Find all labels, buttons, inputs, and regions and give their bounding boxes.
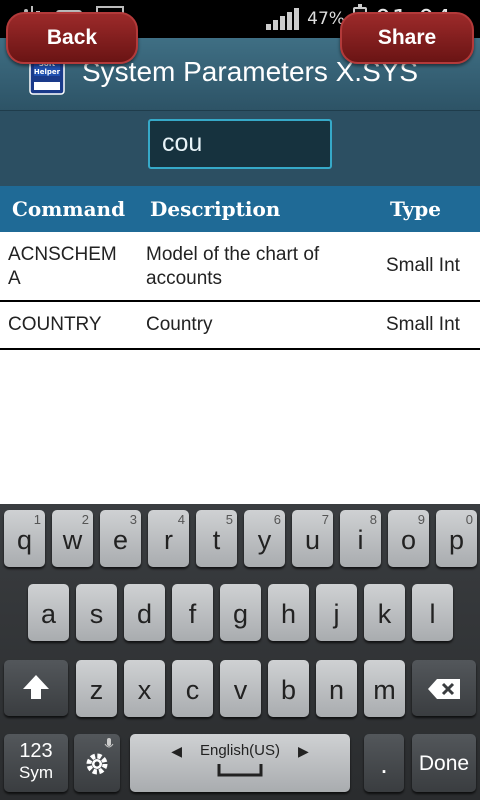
key-b[interactable]: b xyxy=(268,660,309,717)
key-c[interactable]: c xyxy=(172,660,213,717)
settings-key[interactable] xyxy=(74,734,120,792)
key-e[interactable]: 3e xyxy=(100,510,141,567)
share-button[interactable]: Share xyxy=(340,12,474,64)
cell-description: Country xyxy=(146,314,213,335)
key-t[interactable]: 5t xyxy=(196,510,237,567)
key-number-hint: 0 xyxy=(465,512,473,527)
key-number-hint: 9 xyxy=(417,512,425,527)
backspace-key[interactable] xyxy=(412,660,476,716)
key-number-hint: 1 xyxy=(33,512,41,527)
cell-command: COUNTRY xyxy=(8,314,102,335)
header-type: Type xyxy=(390,197,442,221)
key-number-hint: 3 xyxy=(129,512,137,527)
key-number-hint: 7 xyxy=(321,512,329,527)
key-u[interactable]: 7u xyxy=(292,510,333,567)
key-number-hint: 5 xyxy=(225,512,233,527)
microphone-icon xyxy=(104,738,114,748)
table-header: Command Description Type xyxy=(0,186,480,232)
key-r[interactable]: 4r xyxy=(148,510,189,567)
cell-description: Model of the chart of accounts xyxy=(146,244,320,289)
cell-type: Small Int xyxy=(386,255,460,276)
key-z[interactable]: z xyxy=(76,660,117,717)
gear-icon xyxy=(86,753,108,775)
back-button[interactable]: Back xyxy=(6,12,138,64)
key-d[interactable]: d xyxy=(124,584,165,641)
key-v[interactable]: v xyxy=(220,660,261,717)
key-number-hint: 2 xyxy=(81,512,89,527)
language-label: English(US) xyxy=(199,742,281,759)
cell-type: Small Int xyxy=(386,314,460,335)
soft-keyboard: 1q2w3e4r5t6y7u8i9o0p asdfghjkl zxcvbnm 1… xyxy=(0,504,480,800)
period-key[interactable]: . xyxy=(364,734,404,792)
key-l[interactable]: l xyxy=(412,584,453,641)
key-h[interactable]: h xyxy=(268,584,309,641)
key-g[interactable]: g xyxy=(220,584,261,641)
svg-text:Helper: Helper xyxy=(34,68,61,76)
header-description: Description xyxy=(150,197,281,221)
key-x[interactable]: x xyxy=(124,660,165,717)
key-i[interactable]: 8i xyxy=(340,510,381,567)
key-w[interactable]: 2w xyxy=(52,510,93,567)
signal-icon xyxy=(266,7,300,30)
key-number-hint: 8 xyxy=(369,512,377,527)
chevron-right-icon: ▶ xyxy=(298,743,309,759)
search-input[interactable]: cou xyxy=(148,119,332,169)
space-key[interactable]: ◀ English(US) ▶ xyxy=(130,734,350,792)
backspace-icon xyxy=(428,679,460,699)
key-number-hint: 4 xyxy=(177,512,185,527)
shift-key[interactable] xyxy=(4,660,68,716)
key-j[interactable]: j xyxy=(316,584,357,641)
key-y[interactable]: 6y xyxy=(244,510,285,567)
key-s[interactable]: s xyxy=(76,584,117,641)
key-p[interactable]: 0p xyxy=(436,510,477,567)
table-row[interactable]: COUNTRY Country Small Int xyxy=(0,302,480,350)
key-number-hint: 6 xyxy=(273,512,281,527)
done-key[interactable]: Done xyxy=(412,734,476,792)
header-command: Command xyxy=(12,197,126,221)
cell-command: ACNSCHEM A xyxy=(8,244,117,289)
key-o[interactable]: 9o xyxy=(388,510,429,567)
key-q[interactable]: 1q xyxy=(4,510,45,567)
key-m[interactable]: m xyxy=(364,660,405,717)
key-f[interactable]: f xyxy=(172,584,213,641)
chevron-left-icon: ◀ xyxy=(171,743,182,759)
sym-key[interactable]: 123 Sym xyxy=(4,734,68,792)
battery-percent: 47% xyxy=(307,8,345,29)
key-k[interactable]: k xyxy=(364,584,405,641)
key-n[interactable]: n xyxy=(316,660,357,717)
table-row[interactable]: ACNSCHEM A Model of the chart of account… xyxy=(0,232,480,302)
shift-arrow-icon xyxy=(23,675,49,699)
key-a[interactable]: a xyxy=(28,584,69,641)
spacebar-icon xyxy=(217,764,263,777)
